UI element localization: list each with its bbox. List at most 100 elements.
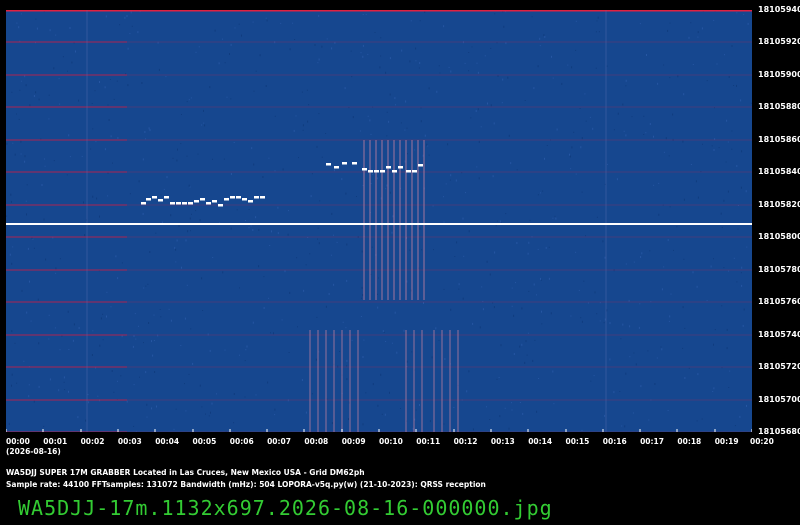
noise-speck <box>472 322 474 325</box>
noise-speck <box>622 103 624 106</box>
qrss-dash <box>368 170 373 173</box>
noise-speck <box>713 258 714 260</box>
waterfall-canvas <box>6 10 752 432</box>
noise-speck <box>67 70 68 72</box>
noise-speck <box>149 251 151 253</box>
noise-speck <box>543 34 545 37</box>
noise-speck <box>95 141 97 143</box>
noise-speck <box>148 322 150 324</box>
noise-speck <box>280 22 282 24</box>
noise-speck <box>160 194 162 196</box>
noise-speck <box>24 160 26 163</box>
noise-speck <box>478 177 480 180</box>
noise-speck <box>599 320 601 322</box>
noise-speck <box>367 53 369 55</box>
noise-speck <box>6 142 8 145</box>
noise-speck <box>409 249 411 251</box>
noise-speck <box>723 199 725 202</box>
noise-speck <box>326 38 328 40</box>
noise-speck <box>665 137 667 140</box>
noise-speck <box>720 212 722 215</box>
noise-speck <box>104 148 106 151</box>
noise-speck <box>731 130 733 132</box>
noise-speck <box>747 22 749 25</box>
time-tick-label: 00:02 <box>80 437 105 446</box>
noise-speck <box>419 227 421 230</box>
noise-speck <box>401 49 403 52</box>
noise-speck <box>521 343 523 346</box>
noise-speck <box>741 284 743 287</box>
noise-speck <box>38 342 40 345</box>
noise-speck <box>406 127 408 129</box>
noise-speck <box>640 385 642 388</box>
noise-speck <box>736 165 738 167</box>
noise-speck <box>265 17 267 19</box>
noise-speck <box>381 413 383 415</box>
noise-speck <box>331 212 333 215</box>
noise-speck <box>126 400 128 403</box>
frequency-tick-label: 18105800 <box>758 232 800 242</box>
noise-speck <box>456 241 458 244</box>
noise-speck <box>581 320 583 323</box>
noise-speck <box>48 314 50 316</box>
noise-speck <box>248 209 250 210</box>
noise-speck <box>617 112 619 115</box>
time-tick-label: 00:20 <box>750 437 774 446</box>
noise-speck <box>297 326 298 328</box>
noise-speck <box>244 396 246 398</box>
noise-speck <box>269 245 271 246</box>
noise-speck <box>377 293 378 295</box>
noise-speck <box>470 117 472 119</box>
noise-speck <box>113 391 115 393</box>
noise-speck <box>125 73 127 75</box>
noise-speck <box>391 342 393 344</box>
noise-speck <box>728 387 730 388</box>
noise-speck <box>727 141 729 143</box>
noise-speck <box>505 213 507 215</box>
noise-speck <box>78 99 80 102</box>
noise-speck <box>684 377 686 379</box>
noise-speck <box>388 120 390 123</box>
time-tick-label: 00:18 <box>677 437 702 446</box>
noise-speck <box>414 149 416 151</box>
noise-speck <box>188 184 190 187</box>
time-tick-label: 00:06 <box>229 437 254 446</box>
noise-speck <box>250 225 252 227</box>
noise-speck <box>210 411 211 414</box>
noise-speck <box>350 50 352 52</box>
noise-speck <box>310 195 312 198</box>
noise-speck <box>641 252 643 255</box>
noise-speck <box>550 312 552 315</box>
noise-speck <box>99 81 100 83</box>
noise-speck <box>508 134 510 137</box>
noise-speck <box>669 315 671 318</box>
noise-speck <box>11 330 13 333</box>
noise-speck <box>450 174 452 177</box>
noise-speck <box>192 362 194 365</box>
noise-speck <box>713 343 714 346</box>
noise-speck <box>596 20 598 22</box>
noise-speck <box>81 155 83 157</box>
date-label: (2026-08-16) <box>6 447 61 456</box>
station-info: WA5DJJ SUPER 17M GRABBER Located in Las … <box>6 468 365 477</box>
time-tick-label: 00:14 <box>528 437 553 446</box>
noise-speck <box>88 401 90 404</box>
noise-speck <box>14 153 16 156</box>
frequency-tick-label: 18105760 <box>758 297 800 307</box>
noise-speck <box>697 31 699 34</box>
noise-speck <box>277 232 279 235</box>
noise-speck <box>519 402 521 403</box>
time-tick-label: 00:16 <box>602 437 627 446</box>
noise-speck <box>581 429 583 431</box>
noise-speck <box>645 132 647 134</box>
qrss-dash <box>392 170 397 173</box>
noise-speck <box>516 242 518 244</box>
noise-speck <box>230 43 232 46</box>
noise-speck <box>8 422 10 425</box>
noise-speck <box>448 66 450 68</box>
noise-speck <box>508 427 510 430</box>
noise-speck <box>106 291 108 293</box>
noise-speck <box>385 341 387 342</box>
noise-speck <box>602 240 604 243</box>
time-tick-label: 00:05 <box>192 437 217 446</box>
